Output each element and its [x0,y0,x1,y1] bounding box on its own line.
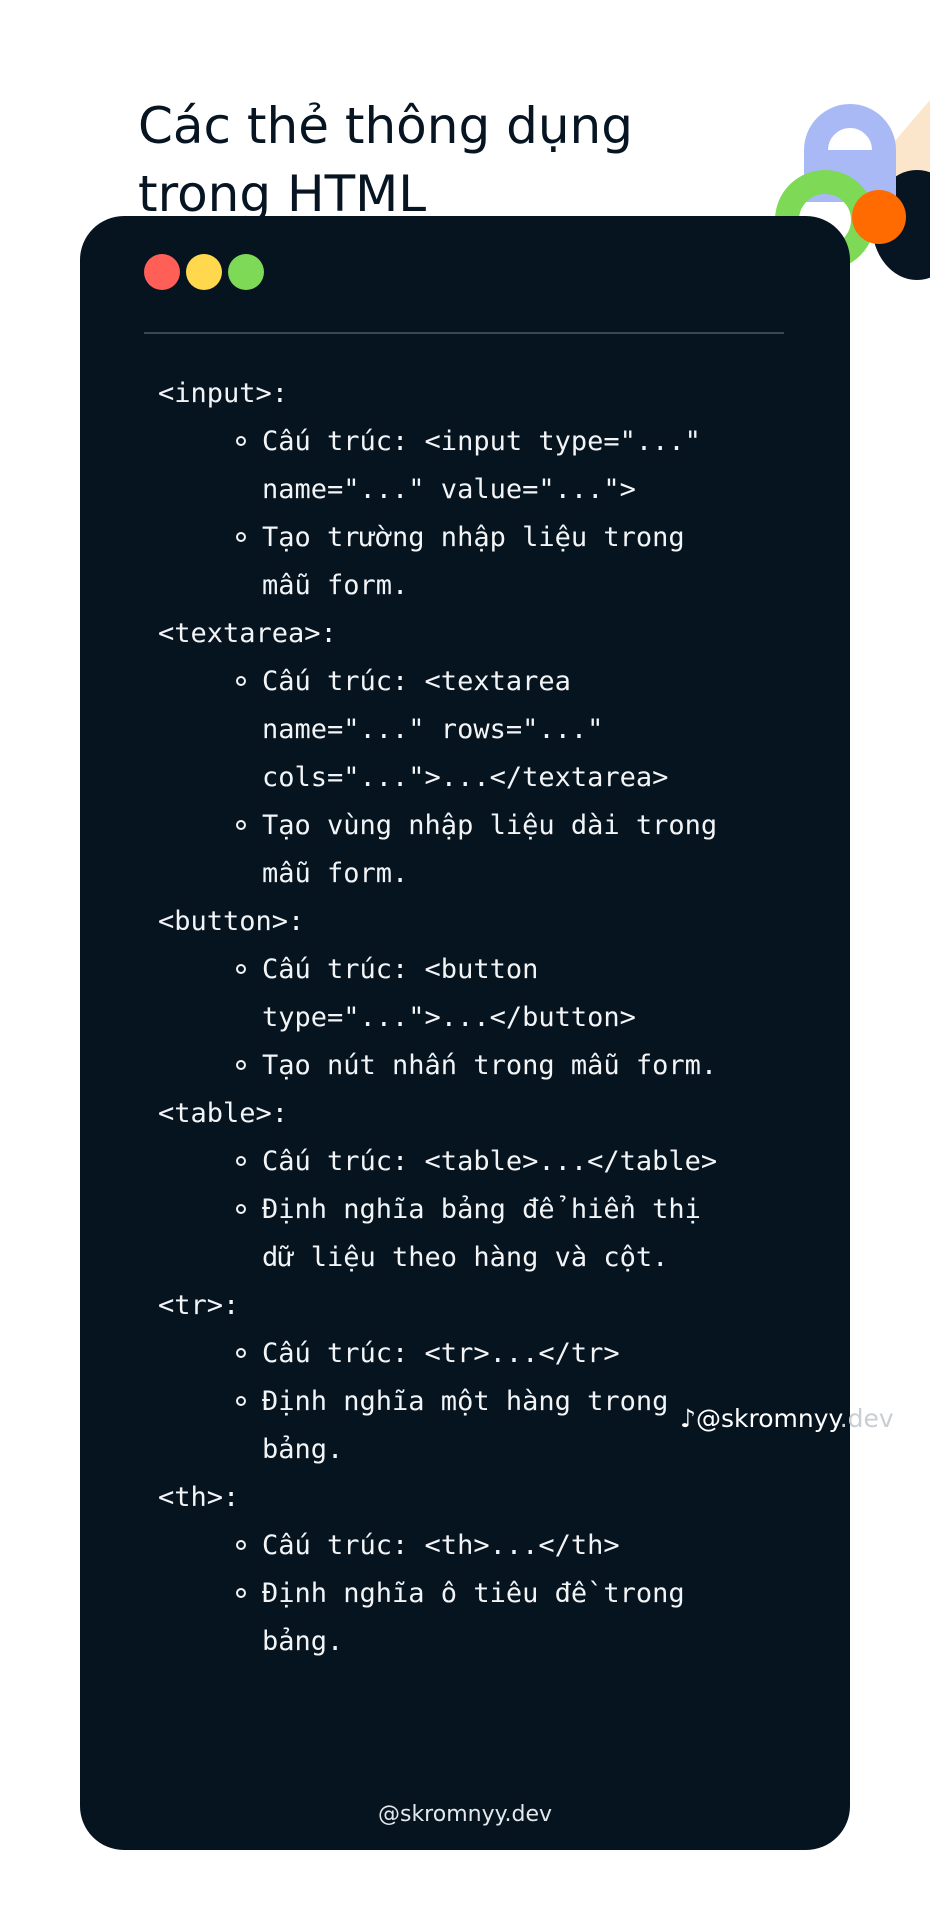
list-item: Tạo trường nhập liệu trong mẫu form. [158,514,838,610]
list-item-line: Tạo nút nhấn trong mẫu form. [262,1050,718,1081]
bullet-circle-icon [236,676,246,686]
tag-heading: <table>: [158,1098,289,1129]
close-dot-icon [144,254,180,290]
tag-heading: <tr>: [158,1290,240,1321]
bullet-circle-icon [236,820,246,830]
list-item-line: Định nghĩa bảng để hiển thị [262,1194,701,1225]
watermark-handle: @skromnyy [695,1404,840,1433]
list-item-line: mẫu form. [262,570,409,601]
list-item: Cấu trúc: <tr>...</tr> [158,1330,838,1378]
tiktok-icon: ♪ [680,1404,696,1433]
list-item: Định nghĩa bảng để hiển thị dữ liệu theo … [158,1186,838,1282]
tiktok-watermark: ♪@skromnyy.dev [680,1404,894,1433]
list-item: Tạo nút nhấn trong mẫu form. [158,1042,838,1090]
list-item: Cấu trúc: <button type="...">...</button> [158,946,838,1042]
list-item: Tạo vùng nhập liệu dài trong mẫu form. [158,802,838,898]
list-item-line: cols="...">...</textarea> [262,762,669,793]
list-item: Định nghĩa ô tiêu đề trong bảng. [158,1570,838,1666]
tag-heading: <input>: [158,378,289,409]
list-item-line: name="..." rows="..." [262,714,604,745]
page-title: Các thẻ thông dụng trong HTML [138,92,738,228]
list-item: Cấu trúc: <table>...</table> [158,1138,838,1186]
decorative-orange-circle [852,190,906,244]
header-divider [144,332,784,334]
list-item-line: dữ liệu theo hàng và cột. [262,1242,669,1273]
list-item: Cấu trúc: <th>...</th> [158,1522,838,1570]
list-item-line: Cấu trúc: <th>...</th> [262,1530,620,1561]
code-content: <input>: Cấu trúc: <input type="..." name=… [158,370,838,1666]
bullet-circle-icon [236,1348,246,1358]
list-item-line: Cấu trúc: <textarea [262,666,571,697]
bullet-circle-icon [236,1588,246,1598]
list-item-line: name="..." value="..."> [262,474,636,505]
tag-heading: <button>: [158,906,305,937]
list-item-line: Cấu trúc: <input type="..." [262,426,701,457]
list-item-line: bảng. [262,1626,344,1657]
bullet-circle-icon [236,1540,246,1550]
list-item-line: Cấu trúc: <button [262,954,539,985]
maximize-dot-icon [228,254,264,290]
bullet-circle-icon [236,1396,246,1406]
list-item: Cấu trúc: <textarea name="..." rows="..."… [158,658,838,802]
list-item-line: mẫu form. [262,858,409,889]
list-item-line: Định nghĩa ô tiêu đề trong [262,1578,685,1609]
list-item-line: type="...">...</button> [262,1002,636,1033]
list-item: Cấu trúc: <input type="..." name="..." va… [158,418,838,514]
list-item-line: Tạo trường nhập liệu trong [262,522,685,553]
list-item-line: bảng. [262,1434,344,1465]
list-item-line: Tạo vùng nhập liệu dài trong [262,810,718,841]
bullet-circle-icon [236,1204,246,1214]
code-window: <input>: Cấu trúc: <input type="..." name=… [80,216,850,1850]
bullet-circle-icon [236,964,246,974]
minimize-dot-icon [186,254,222,290]
list-item-line: Cấu trúc: <tr>...</tr> [262,1338,620,1369]
list-item-line: Cấu trúc: <table>...</table> [262,1146,718,1177]
bullet-circle-icon [236,1156,246,1166]
tag-heading: <th>: [158,1482,240,1513]
bullet-circle-icon [236,436,246,446]
tag-heading: <textarea>: [158,618,337,649]
window-controls [144,254,264,290]
bullet-circle-icon [236,532,246,542]
footer-handle: @skromnyy.dev [377,1802,552,1827]
watermark-suffix: .dev [839,1404,894,1433]
title-line-1: Các thẻ thông dụng [138,96,633,155]
bullet-circle-icon [236,1060,246,1070]
